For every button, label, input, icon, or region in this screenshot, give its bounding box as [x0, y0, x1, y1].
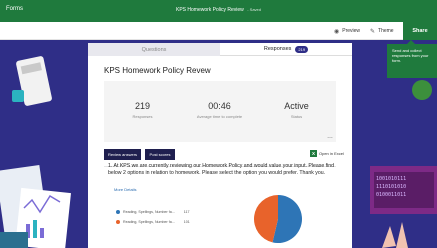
summary-stats: 219 Responses 00:46 Average time to comp… — [104, 81, 336, 142]
post-scores-label: Post scores — [149, 152, 171, 157]
stat-average-time: 00:46 Average time to complete — [181, 101, 258, 119]
tip-arrow — [407, 40, 415, 44]
share-tip-card[interactable]: Send and collect responses from your for… — [387, 40, 437, 78]
legend-swatch — [116, 210, 120, 214]
legend-swatch — [116, 220, 120, 224]
stat-responses: 219 Responses — [104, 101, 181, 119]
document-title[interactable]: KPS Homework Policy Review - Saved — [0, 7, 437, 13]
theme-illustration-left — [0, 56, 71, 248]
tab-responses[interactable]: Responses 219 — [220, 43, 352, 56]
share-label: Share — [412, 28, 428, 34]
stat-value: 219 — [134, 101, 151, 111]
tip-text: Send and collect responses from your for… — [392, 48, 429, 63]
stat-status: Active Status — [258, 101, 335, 119]
tab-questions-label: Questions — [141, 46, 167, 53]
legend-count: 117 — [183, 210, 190, 214]
legend-label: Reading, Spellings, Number fa... — [123, 220, 175, 224]
theme-label: Theme — [378, 28, 394, 34]
open-in-excel-label: Open in Excel — [319, 151, 344, 156]
svg-text:1001010111: 1001010111 — [376, 176, 406, 182]
stat-label: Responses — [132, 114, 153, 119]
review-answers-label: Review answers — [107, 152, 138, 157]
legend-count: 101 — [183, 220, 190, 224]
tab-responses-label: Responses — [263, 46, 292, 52]
more-options-icon[interactable]: … — [327, 134, 333, 140]
response-pie-chart — [253, 195, 302, 243]
legend-item: Reading, Spellings, Number fa... 101 — [116, 220, 190, 224]
theme-illustration-right: 1001010111 1110101010 0100011011 — [370, 80, 437, 248]
form-title: KPS Homework Policy Revew — [104, 66, 211, 75]
eye-icon: ◉ — [334, 28, 340, 35]
open-in-excel-button[interactable]: X Open in Excel — [310, 150, 344, 157]
stat-value: 00:46 — [208, 101, 231, 111]
responses-count-badge: 219 — [295, 45, 309, 53]
theme-button[interactable]: ✎ Theme — [370, 26, 394, 36]
stat-value: Active — [284, 101, 309, 111]
app-header: Forms KPS Homework Policy Review - Saved — [0, 0, 437, 22]
command-bar: ◉ Preview ✎ Theme Share — [0, 22, 437, 40]
excel-icon: X — [310, 150, 317, 157]
tab-bar: Questions Responses 219 — [88, 43, 352, 56]
preview-button[interactable]: ◉ Preview — [334, 26, 360, 36]
responses-panel: Questions Responses 219 KPS Homework Pol… — [88, 43, 352, 248]
question-text: 1. At KPS we are currently reviewing our… — [108, 163, 335, 177]
form-name: KPS Homework Policy Review — [176, 7, 244, 13]
legend-label: Reading, Spellings, Number fa... — [123, 210, 175, 214]
stat-label: Status — [290, 114, 303, 119]
post-scores-button[interactable]: Post scores — [145, 149, 175, 160]
more-details-link[interactable]: More Details — [114, 187, 136, 192]
palette-icon: ✎ — [370, 28, 376, 35]
svg-text:1110101010: 1110101010 — [376, 184, 406, 190]
svg-text:0100011011: 0100011011 — [376, 192, 406, 198]
saved-status: - Saved — [247, 7, 261, 12]
legend-item: Reading, Spellings, Number fa... 117 — [116, 210, 189, 214]
review-answers-button[interactable]: Review answers — [104, 149, 141, 160]
share-button[interactable]: Share — [403, 22, 437, 40]
tab-questions[interactable]: Questions — [88, 43, 220, 56]
preview-label: Preview — [342, 28, 361, 34]
stat-label: Average time to complete — [196, 114, 243, 119]
